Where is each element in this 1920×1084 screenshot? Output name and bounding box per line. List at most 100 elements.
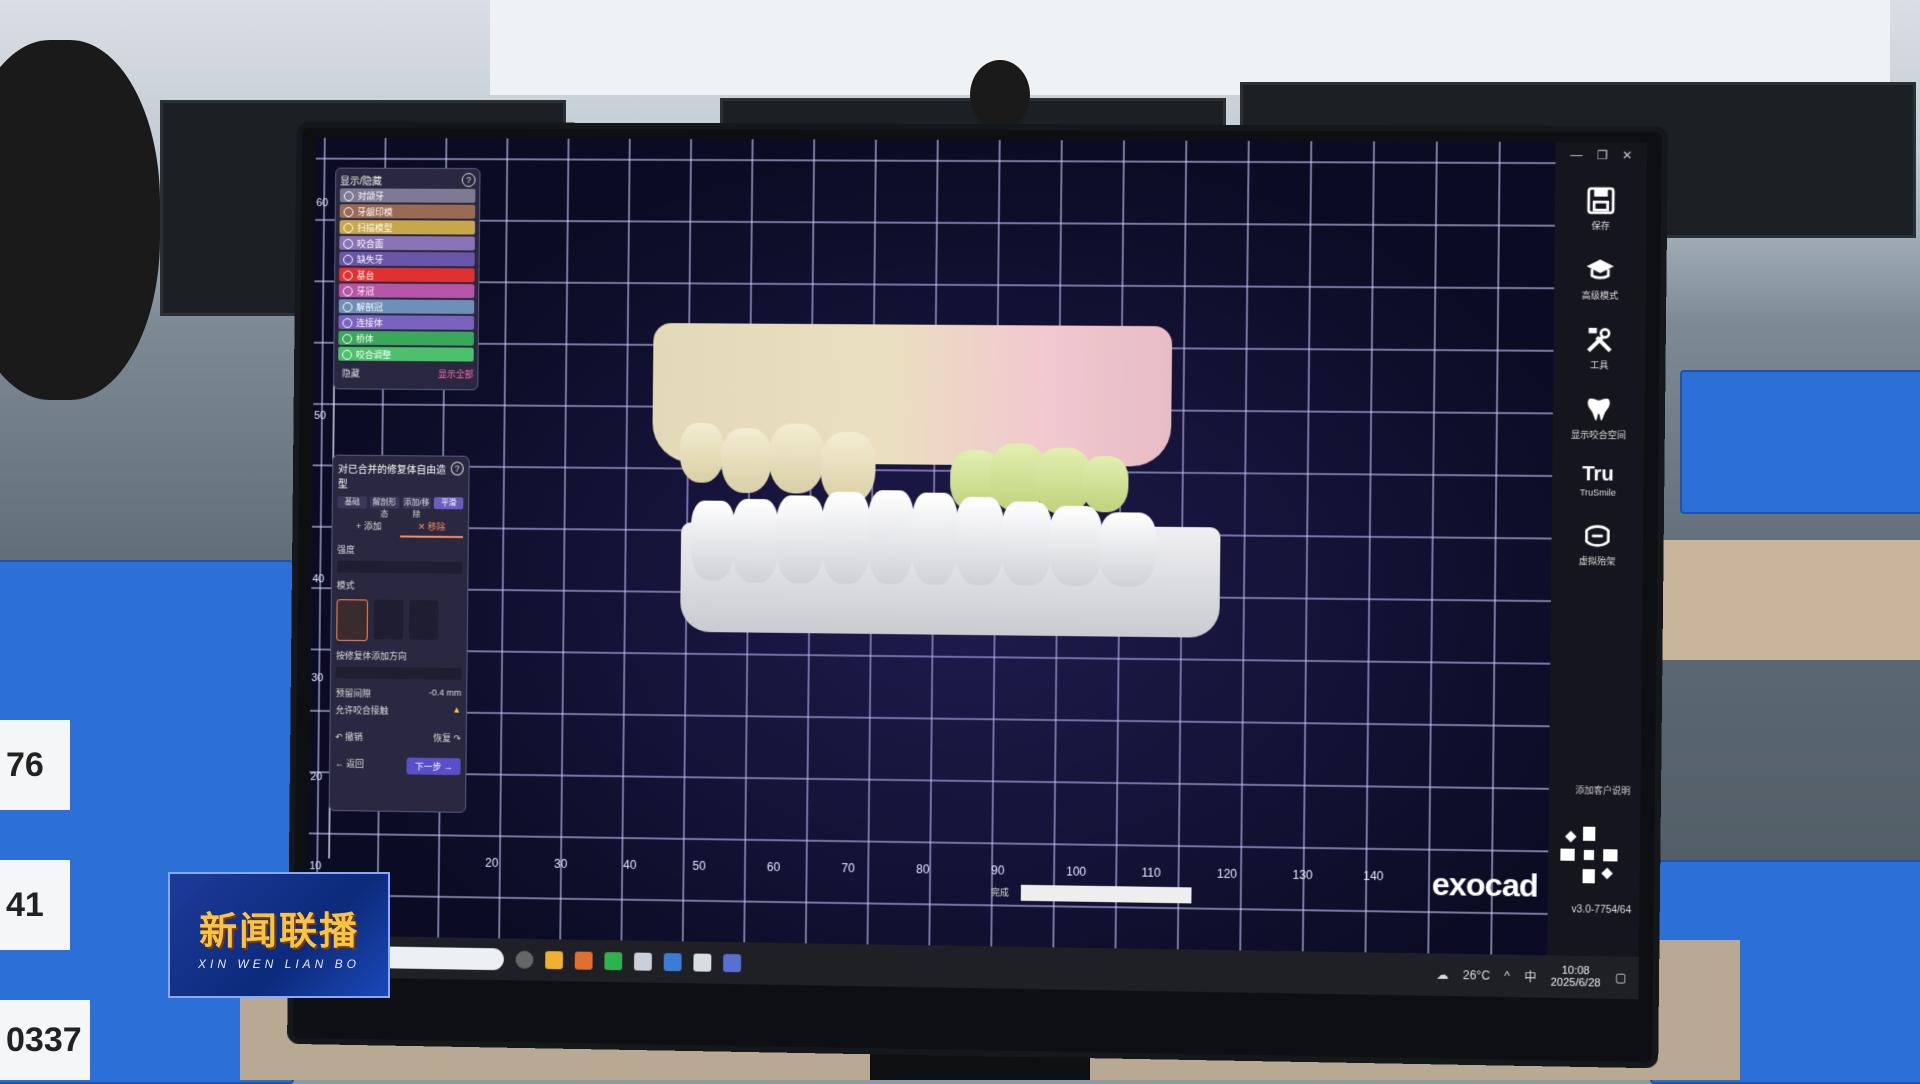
- upper-tooth: [769, 423, 824, 493]
- trusmile-icon: Tru: [1582, 463, 1614, 485]
- group-row-label: 牙龈印模: [357, 205, 392, 218]
- tab-add-remove[interactable]: 添加/移除: [402, 497, 431, 509]
- status-progress-bar: [1021, 885, 1192, 904]
- group-row[interactable]: 扫描模型: [339, 220, 475, 235]
- ruler-tick: 70: [841, 861, 854, 875]
- tab-anatomy[interactable]: 解剖形态: [370, 497, 399, 509]
- close-icon[interactable]: ✕: [1622, 148, 1632, 162]
- tab-smooth[interactable]: 平滑: [434, 497, 463, 509]
- add-client-note-link[interactable]: 添加客户说明: [1575, 783, 1630, 797]
- group-row[interactable]: 连接体: [339, 315, 475, 330]
- eye-icon[interactable]: [343, 223, 353, 233]
- eye-icon[interactable]: [342, 334, 352, 344]
- lower-tooth: [955, 497, 1004, 585]
- help-icon[interactable]: ?: [462, 173, 476, 187]
- brush-mode-button[interactable]: [409, 600, 439, 640]
- eye-icon[interactable]: [343, 255, 353, 265]
- lower-tooth: [776, 495, 825, 583]
- background-desk-right: [1630, 540, 1920, 660]
- ruler-tick: 40: [312, 573, 324, 585]
- tools-button[interactable]: 工具: [1553, 324, 1645, 372]
- wechat-icon[interactable]: [604, 952, 622, 970]
- direction-buttons[interactable]: [336, 667, 462, 680]
- group-row[interactable]: 缺失牙: [339, 252, 475, 267]
- ruler-tick: 60: [767, 860, 780, 874]
- ruler-tick: 110: [1141, 866, 1160, 880]
- hide-label[interactable]: 隐藏: [342, 367, 360, 380]
- arrow-left-icon: ←: [335, 759, 346, 769]
- panel-title: 显示/隐藏: [340, 172, 382, 187]
- group-row[interactable]: 桥体: [338, 331, 474, 346]
- status-label: 完成: [991, 885, 1009, 898]
- show-all-button[interactable]: 显示全部: [438, 367, 474, 380]
- dental-model-3d[interactable]: [650, 323, 1212, 658]
- app-icon[interactable]: [664, 953, 682, 971]
- exocad-logo-text: exocad: [1432, 866, 1538, 905]
- version-label: v3.0-7754/64: [1572, 904, 1632, 916]
- group-row-label: 桥体: [356, 332, 374, 345]
- crown-restoration[interactable]: [1082, 456, 1129, 513]
- tooth-app-icon[interactable]: [634, 953, 652, 971]
- logo-subtitle: XIN WEN LIAN BO: [198, 957, 360, 971]
- tab-basic[interactable]: 基础: [338, 496, 367, 508]
- eye-icon[interactable]: [342, 350, 352, 360]
- group-row-label: 牙冠: [356, 284, 374, 297]
- mode-add-button[interactable]: + 添加: [337, 516, 400, 537]
- back-button[interactable]: ← 返回: [335, 757, 364, 774]
- occlusion-space-button[interactable]: 显示咬合空间: [1553, 393, 1645, 441]
- eye-icon[interactable]: [344, 207, 354, 217]
- eye-icon[interactable]: [343, 302, 353, 312]
- group-row[interactable]: 基台: [339, 268, 475, 283]
- eye-icon[interactable]: [344, 191, 354, 201]
- clearance-checkbox[interactable]: 预留间隙: [336, 686, 371, 699]
- group-row[interactable]: 牙冠: [339, 283, 475, 298]
- taskbar-clock[interactable]: 10:08 2025/6/28: [1551, 964, 1601, 989]
- tooth-occlusion-icon: [1582, 393, 1615, 426]
- eye-icon[interactable]: [342, 318, 352, 328]
- chevron-up-icon[interactable]: ^: [1504, 969, 1510, 983]
- group-row-label: 扫描模型: [357, 221, 392, 234]
- group-row[interactable]: 解剖冠: [339, 299, 475, 314]
- notification-icon[interactable]: ▢: [1615, 971, 1627, 985]
- occlusal-contact-checkbox[interactable]: 允许咬合接触: [335, 703, 388, 717]
- next-button[interactable]: 下一步 →: [407, 758, 461, 776]
- file-explorer-icon[interactable]: [545, 951, 563, 969]
- eye-icon[interactable]: [343, 286, 353, 296]
- undo-button[interactable]: ↶ 撤销: [335, 730, 363, 743]
- news-broadcast-logo: 新闻联播 XIN WEN LIAN BO: [168, 872, 390, 998]
- task-view-icon[interactable]: [516, 951, 534, 969]
- eye-icon[interactable]: [343, 271, 353, 281]
- storage-bin-far-right: [1680, 370, 1920, 514]
- ime-indicator[interactable]: 中: [1524, 968, 1536, 985]
- app-icon[interactable]: [693, 954, 711, 972]
- group-list: 对颌牙牙龈印模扫描模型咬合面缺失牙 基台 牙冠解剖冠 连接体桥体咬合调整: [338, 188, 475, 361]
- group-row[interactable]: 对颌牙: [340, 188, 476, 202]
- group-row[interactable]: 咬合面: [339, 236, 475, 251]
- group-row-label: 咬合面: [357, 236, 384, 249]
- eye-icon[interactable]: [343, 239, 353, 249]
- brush-mode-button[interactable]: [374, 600, 404, 640]
- lower-tooth: [732, 499, 779, 583]
- ruler-tick: 130: [1292, 868, 1312, 882]
- group-row[interactable]: 牙龈印模: [340, 204, 476, 218]
- save-button[interactable]: 保存: [1555, 184, 1647, 232]
- ruler-tick: 120: [1217, 867, 1237, 881]
- virtual-articulator-button[interactable]: 虚拟殆架: [1551, 519, 1643, 567]
- mode-remove-button[interactable]: ✕ 移除: [400, 517, 463, 538]
- lower-tooth: [911, 492, 958, 584]
- expert-mode-button[interactable]: 高级模式: [1554, 254, 1646, 302]
- lower-tooth: [1099, 512, 1156, 587]
- mode-section-label: 模式: [337, 578, 463, 592]
- minimize-icon[interactable]: —: [1570, 148, 1582, 162]
- upper-tooth: [680, 423, 724, 483]
- restore-icon[interactable]: ❐: [1597, 148, 1608, 162]
- group-row[interactable]: 咬合调整: [338, 347, 474, 362]
- app-icon[interactable]: [575, 952, 593, 970]
- ruler-tick: 80: [916, 862, 929, 876]
- brush-mode-button[interactable]: [336, 599, 368, 641]
- redo-button[interactable]: 恢复 ↷: [433, 731, 461, 744]
- help-icon[interactable]: ?: [450, 462, 463, 476]
- trusmile-button[interactable]: Tru TruSmile: [1552, 463, 1644, 498]
- exocad-taskbar-icon[interactable]: [723, 954, 741, 972]
- strength-dropdown[interactable]: [337, 561, 463, 574]
